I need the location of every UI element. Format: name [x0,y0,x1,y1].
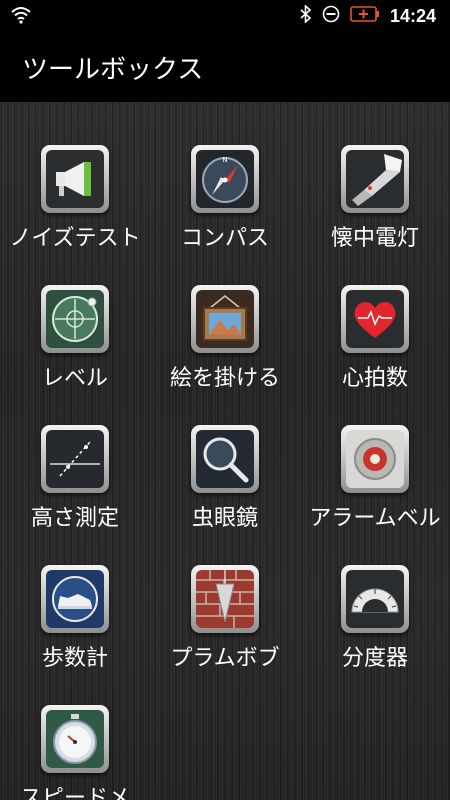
clock-time: 14:24 [389,5,436,26]
tool-icon-frame [41,285,109,353]
sneaker-icon [46,570,104,628]
stopwatch-icon [46,710,104,768]
app-bar: ツールボックス [0,32,450,102]
alarm-bell-icon [346,430,404,488]
tool-grid: ノイズテスト N コンパス 懐中電灯 レベル 絵を掛ける 心拍数 高さ測定 虫眼… [0,102,450,800]
flashlight-icon [346,150,404,208]
do-not-disturb-icon [322,5,340,27]
tool-label: スピードメ [19,786,130,800]
tool-icon-frame [41,425,109,493]
tool-icon-frame [341,565,409,633]
tool-icon-frame [341,145,409,213]
svg-text:N: N [222,156,227,164]
tool-picture-hanging[interactable]: 絵を掛ける [150,242,300,391]
magnifier-icon [196,430,254,488]
tool-flashlight[interactable]: 懐中電灯 [300,102,450,251]
tool-height-measure[interactable]: 高さ測定 [0,382,150,531]
compass-icon: N [196,150,254,208]
wifi-icon [10,6,32,28]
tool-label: 分度器 [341,646,408,671]
tool-icon-frame [191,565,259,633]
heart-rate-icon [346,290,404,348]
tool-plumb-bob[interactable]: プラムボブ [150,522,300,671]
tool-magnifier[interactable]: 虫眼鏡 [150,382,300,531]
tool-icon-frame [41,705,109,773]
bubble-level-icon [46,290,104,348]
battery-charging-icon [350,6,380,26]
tool-icon-frame: N [191,145,259,213]
tool-alarm-bell[interactable]: アラームベル [300,382,450,531]
megaphone-icon [46,150,104,208]
picture-frame-icon [196,290,254,348]
page-title: ツールボックス [22,55,204,85]
tool-protractor[interactable]: 分度器 [300,522,450,671]
protractor-icon [346,570,404,628]
tool-icon-frame [341,285,409,353]
tool-speedometer[interactable]: スピードメ [0,662,150,800]
tool-icon-frame [341,425,409,493]
status-bar: 14:24 [0,0,450,32]
plumb-bob-icon [196,570,254,628]
tool-compass[interactable]: N コンパス [150,102,300,251]
tool-level[interactable]: レベル [0,242,150,391]
tool-pedometer[interactable]: 歩数計 [0,522,150,671]
tool-heart-rate[interactable]: 心拍数 [300,242,450,391]
bluetooth-icon [300,4,312,27]
height-measure-icon [46,430,104,488]
tool-icon-frame [41,145,109,213]
tool-icon-frame [41,565,109,633]
tool-icon-frame [191,425,259,493]
tool-noise-test[interactable]: ノイズテスト [0,102,150,251]
tool-icon-frame [191,285,259,353]
tool-label: プラムボブ [170,646,280,671]
